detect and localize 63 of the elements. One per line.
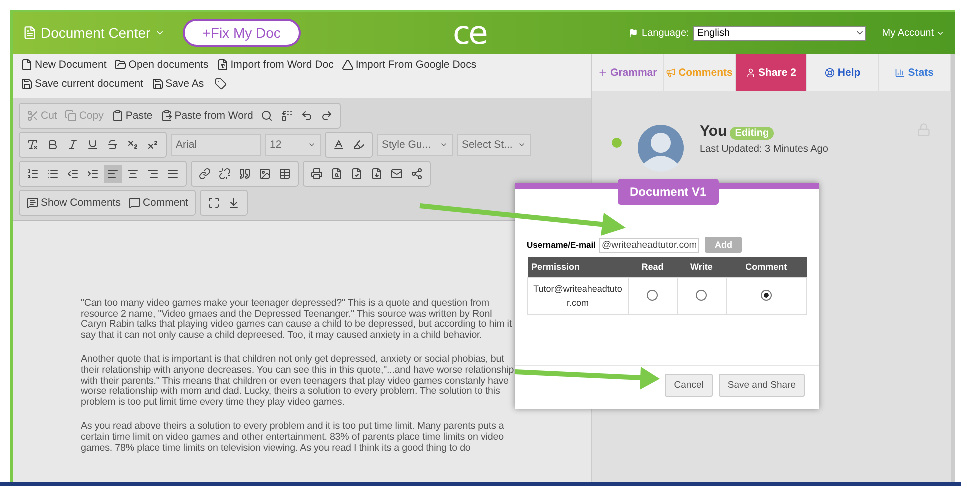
last-updated-text: Last Updated: 3 Minutes Ago: [700, 144, 828, 155]
file-menu-item[interactable]: Open documents: [114, 59, 209, 71]
logo: ce: [453, 14, 486, 52]
font-select[interactable]: Arial: [171, 134, 261, 156]
flag-icon: [629, 28, 638, 38]
plus-icon: [598, 68, 608, 78]
caret-icon: [308, 141, 316, 149]
paste-icon: [112, 110, 124, 122]
avatar-icon: [638, 123, 684, 173]
permission-radio[interactable]: [760, 290, 772, 300]
file-menu-item[interactable]: Import From Google Docs: [342, 59, 477, 71]
pasteword-icon: [160, 110, 173, 122]
open-icon: [114, 59, 127, 71]
megaphone-icon: [666, 68, 676, 78]
chart-icon: [895, 68, 906, 78]
column-header: Write: [677, 257, 726, 278]
my-account-menu[interactable]: My Account: [882, 28, 945, 38]
comment-icon: [128, 197, 141, 209]
fix-my-doc-button[interactable]: +Fix My Doc: [182, 19, 301, 47]
word-icon: [216, 59, 229, 71]
comment-icon: [27, 197, 39, 209]
dialog-title: Document V1: [618, 179, 719, 205]
size-select[interactable]: 12: [265, 134, 321, 156]
save-icon: [21, 78, 33, 90]
user-name: You: [700, 123, 728, 140]
panel-tab[interactable]: Share 2: [736, 54, 808, 91]
column-header: Read: [628, 257, 678, 278]
document-icon: [23, 26, 37, 40]
panel-tab[interactable]: Stats: [879, 54, 951, 91]
permission-radio[interactable]: [696, 290, 708, 300]
document-paragraph: Another quote that is important is that children not only get depressed, anxiety or social phobias, but their relationship with anyone decreases. You can see this in this quote,"...and have worse relationship with their parents." This means that children or even teenagers that play video games constanly have worse relationship with mom and dad. Lucky, theirs a solution to every problem. The solution to this problem is too put limit time every time they play video games.: [81, 355, 516, 408]
copy-icon: [65, 110, 78, 122]
edit-tool[interactable]: Paste: [108, 107, 156, 125]
dialog-button[interactable]: Cancel: [665, 374, 713, 397]
document-paragraph: "Can too many video games make your teenager depressed?" This is a quote and question from resource 2 name, "Video gmaes and the Depressed Teenanger." This source was written by Ronl Caryn Rabin talks that playing video games can cause a child to be depressed, but according to him it say that it can not only cause a child depreesed. Too, it may caused anxiety in a child behavior.: [81, 299, 514, 342]
style-guide-select[interactable]: Style Gu...: [377, 134, 453, 156]
panel-tab[interactable]: Grammar: [592, 54, 664, 91]
cut-icon: [27, 110, 39, 122]
dialog-button[interactable]: Save and Share: [718, 374, 805, 397]
edit-tool[interactable]: Paste from Word: [158, 107, 256, 125]
file-menu-item[interactable]: New Document: [21, 59, 107, 71]
language-select[interactable]: English: [693, 26, 866, 40]
caret-icon: [518, 141, 526, 149]
style-select[interactable]: Select St...: [457, 134, 531, 156]
language-label: Language:: [642, 28, 690, 38]
user-cell: Tutor@writeaheadtutor.com: [528, 278, 628, 314]
username-label: Username/E-mail: [527, 240, 596, 250]
column-header: Permission: [528, 257, 628, 278]
caret-icon: [440, 141, 448, 149]
file-menu-item[interactable]: Import from Word Doc: [216, 59, 334, 71]
column-header: Comment: [726, 257, 806, 278]
help-icon: [824, 68, 835, 78]
file-menu-item[interactable]: Save current document: [21, 75, 144, 93]
user-icon: [746, 68, 756, 78]
file-menu-item[interactable]: Save As: [152, 75, 204, 93]
comment-tool[interactable]: Show Comments: [24, 194, 124, 212]
align-icon[interactable]: [104, 165, 122, 183]
editing-badge: Editing: [730, 127, 774, 140]
permission-radio[interactable]: [647, 290, 658, 300]
document-paragraph: As you read above theirs a solution to every problem and it is too put time limit. Many parents puts a certain time limit on video games and other entertainment. 83% of parents place time limits on video games. 78% place time limits on television viewing. As you read I think its a good thing to do: [81, 422, 506, 454]
panel-tab[interactable]: Help: [807, 54, 880, 91]
saveas-icon: [152, 78, 164, 90]
comment-tool[interactable]: Comment: [126, 194, 192, 212]
